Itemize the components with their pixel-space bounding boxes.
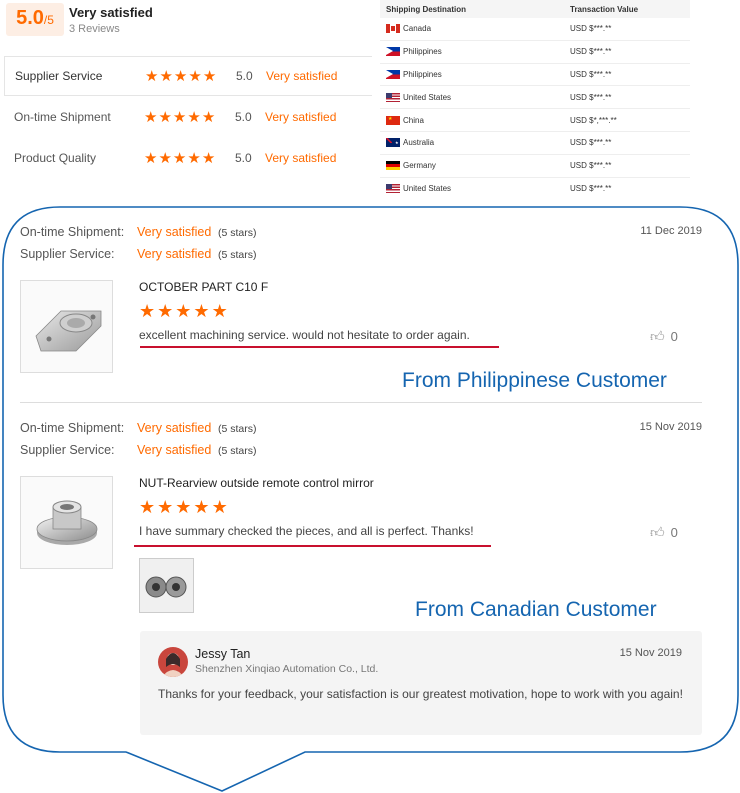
star-icon: ★ bbox=[193, 301, 210, 321]
turned-nut-image bbox=[36, 500, 98, 545]
star-icon: ★ bbox=[193, 497, 210, 517]
meta-label: On-time Shipment: bbox=[20, 225, 125, 239]
product-title[interactable]: OCTOBER PART C10 F bbox=[139, 280, 268, 294]
reply-company-name: Shenzhen Xinqiao Automation Co., Ltd. bbox=[195, 663, 379, 675]
meta-satisfaction: Very satisfied bbox=[137, 247, 212, 261]
review-service-rating: Supplier Service: Very satisfied (5 star… bbox=[20, 443, 257, 457]
star-icon: ★ bbox=[157, 301, 174, 321]
machined-part-image bbox=[35, 310, 102, 352]
review-date: 11 Dec 2019 bbox=[640, 225, 702, 237]
meta-satisfaction: Very satisfied bbox=[137, 421, 212, 435]
reply-author-name: Jessy Tan bbox=[195, 647, 251, 661]
product-thumbnail[interactable] bbox=[20, 476, 113, 569]
review-date: 15 Nov 2019 bbox=[639, 421, 702, 433]
reply-date: 15 Nov 2019 bbox=[619, 647, 682, 659]
star-icon: ★ bbox=[175, 301, 192, 321]
like-count: 0 bbox=[670, 525, 678, 540]
review-attached-photo[interactable] bbox=[139, 558, 194, 613]
person-icon bbox=[162, 653, 184, 677]
meta-stars-count: (5 stars) bbox=[218, 445, 257, 457]
meta-label: Supplier Service: bbox=[20, 443, 115, 457]
star-icon: ★ bbox=[157, 497, 174, 517]
review-shipment-rating: On-time Shipment: Very satisfied (5 star… bbox=[20, 225, 257, 239]
like-button[interactable]: 👍︎ 0 bbox=[650, 524, 678, 541]
meta-satisfaction: Very satisfied bbox=[137, 443, 212, 457]
annotation-origin-note: From Philippinese Customer bbox=[402, 369, 667, 392]
star-icon: ★ bbox=[211, 497, 228, 517]
annotation-underline bbox=[134, 545, 491, 547]
star-icon: ★ bbox=[175, 497, 192, 517]
star-icon: ★ bbox=[139, 497, 156, 517]
review-text: I have summary checked the pieces, and a… bbox=[139, 524, 474, 538]
like-button[interactable]: 👍︎ 0 bbox=[650, 328, 678, 345]
meta-label: On-time Shipment: bbox=[20, 421, 125, 435]
review-divider bbox=[20, 402, 702, 403]
reply-text: Thanks for your feedback, your satisfact… bbox=[158, 687, 683, 701]
thumbs-up-icon: 👍︎ bbox=[650, 328, 665, 344]
star-icon: ★ bbox=[139, 301, 156, 321]
review-text: excellent machining service. would not h… bbox=[139, 328, 470, 342]
meta-label: Supplier Service: bbox=[20, 247, 115, 261]
like-count: 0 bbox=[670, 329, 678, 344]
meta-satisfaction: Very satisfied bbox=[137, 225, 212, 239]
star-icon: ★ bbox=[211, 301, 228, 321]
thumbs-up-icon: 👍︎ bbox=[650, 524, 665, 540]
annotation-origin-note: From Canadian Customer bbox=[415, 598, 657, 621]
meta-stars-count: (5 stars) bbox=[218, 227, 257, 239]
meta-stars-count: (5 stars) bbox=[218, 249, 257, 261]
review-star-rating: ★ ★ ★ ★ ★ bbox=[139, 498, 228, 516]
annotation-underline bbox=[140, 346, 499, 348]
review-service-rating: Supplier Service: Very satisfied (5 star… bbox=[20, 247, 257, 261]
review-star-rating: ★ ★ ★ ★ ★ bbox=[139, 302, 228, 320]
product-title[interactable]: NUT-Rearview outside remote control mirr… bbox=[139, 476, 374, 490]
review-shipment-rating: On-time Shipment: Very satisfied (5 star… bbox=[20, 421, 257, 435]
avatar bbox=[158, 647, 188, 677]
meta-stars-count: (5 stars) bbox=[218, 423, 257, 435]
supplier-reply: Jessy Tan Shenzhen Xinqiao Automation Co… bbox=[140, 631, 702, 735]
product-thumbnail[interactable] bbox=[20, 280, 113, 373]
nuts-photo-image bbox=[145, 576, 187, 598]
